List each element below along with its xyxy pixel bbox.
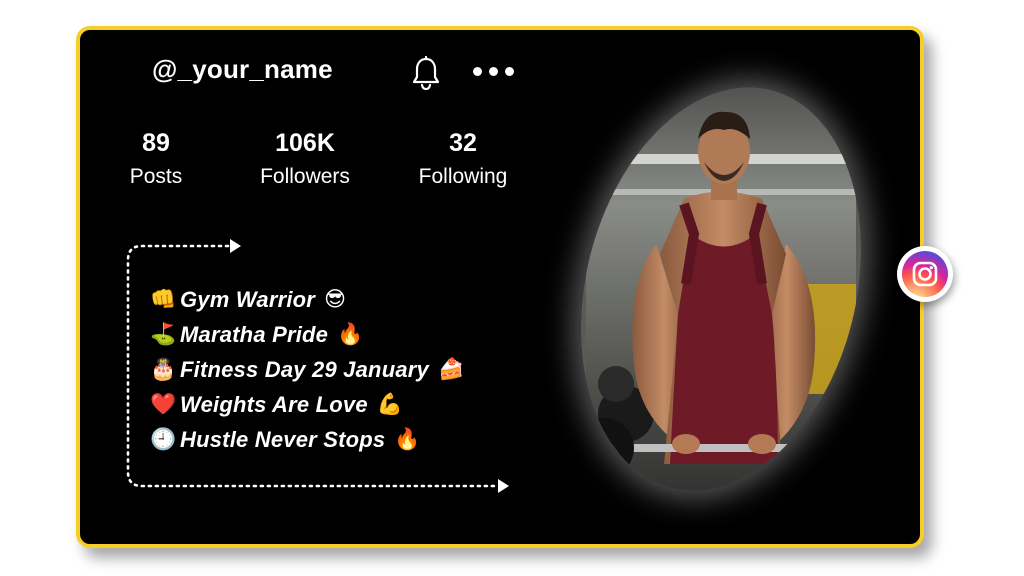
cake-emoji: 🎂: [150, 357, 177, 381]
followers-label: Followers: [260, 165, 350, 188]
bio-line-text: Maratha Pride: [180, 321, 329, 347]
heart-emoji: ❤️: [150, 392, 177, 416]
camera-glyph-icon: [912, 261, 938, 287]
posts-count: 89: [142, 129, 170, 157]
bio-line: 👊 Gym Warrior 😎: [150, 282, 464, 317]
stat-followers[interactable]: 106K Followers: [250, 128, 360, 190]
fire-emoji: 🔥: [394, 427, 421, 451]
instagram-icon[interactable]: [897, 246, 953, 302]
stat-following[interactable]: 32 Following: [408, 128, 518, 190]
sunglasses-emoji: 😎: [324, 288, 346, 311]
gym-photo-illustration: [586, 84, 856, 494]
stat-posts[interactable]: 89 Posts: [118, 128, 194, 190]
bio-line-text: Gym Warrior: [180, 286, 316, 312]
flag-emoji: ⛳: [150, 322, 177, 346]
followers-count: 106K: [275, 129, 335, 157]
following-count: 32: [449, 129, 477, 157]
fist-emoji: 👊: [150, 287, 177, 311]
instagram-gradient-badge: [902, 251, 948, 297]
posts-label: Posts: [129, 165, 183, 188]
fire-emoji: 🔥: [337, 322, 364, 346]
bio-line: 🕘 Hustle Never Stops 🔥: [150, 422, 464, 457]
more-dots-icon[interactable]: [473, 67, 514, 76]
bell-icon[interactable]: [410, 56, 442, 92]
cake-slice-emoji: 🍰: [437, 357, 465, 381]
bio-line-text: Fitness Day 29 January: [180, 356, 429, 382]
bio: 👊 Gym Warrior 😎 ⛳ Maratha Pride 🔥 🎂 Fitn…: [150, 282, 464, 457]
muscle-emoji: 💪: [376, 392, 403, 416]
bio-line: ❤️ Weights Are Love 💪: [150, 387, 464, 422]
following-label: Following: [418, 165, 508, 188]
bio-line: ⛳ Maratha Pride 🔥: [150, 317, 464, 352]
bio-line: 🎂 Fitness Day 29 January 🍰: [150, 352, 464, 387]
username[interactable]: @_your_name: [152, 54, 333, 85]
bio-line-text: Hustle Never Stops: [180, 426, 386, 452]
bio-line-text: Weights Are Love: [180, 391, 368, 417]
clock-emoji: 🕘: [150, 427, 177, 451]
